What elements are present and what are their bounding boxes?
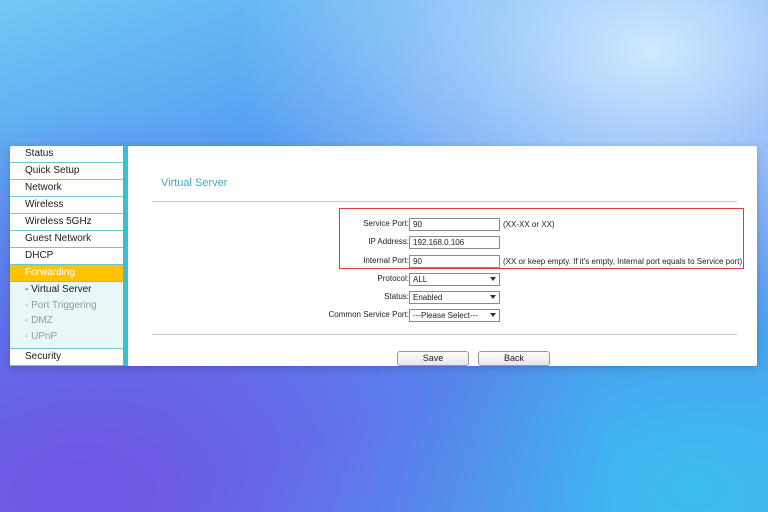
router-admin-window: Status Quick Setup Network Wireless Wire… <box>10 146 757 366</box>
save-button[interactable]: Save <box>397 351 469 366</box>
sidebar-subitem-port-triggering[interactable]: - Port Triggering <box>10 297 123 314</box>
common-service-port-select-value: ---Please Select--- <box>413 311 478 320</box>
sidebar-item-forwarding[interactable]: Forwarding <box>10 265 123 282</box>
sidebar-menu: Status Quick Setup Network Wireless Wire… <box>10 146 123 366</box>
title-divider <box>152 201 737 202</box>
status-select-value: Enabled <box>413 293 443 302</box>
common-service-port-label: Common Service Port: <box>328 310 409 319</box>
protocol-select[interactable]: ALL <box>409 273 500 286</box>
sidebar-item-network[interactable]: Network <box>10 180 123 197</box>
sidebar-item-quick-setup[interactable]: Quick Setup <box>10 163 123 180</box>
page-title: Virtual Server <box>161 177 228 189</box>
sidebar-subitem-dmz[interactable]: - DMZ <box>10 313 123 329</box>
chevron-down-icon <box>490 277 496 281</box>
sidebar-item-wireless[interactable]: Wireless <box>10 197 123 214</box>
sidebar-item-status[interactable]: Status <box>10 146 123 163</box>
chevron-down-icon <box>490 313 496 317</box>
sidebar-item-wireless-5ghz[interactable]: Wireless 5GHz <box>10 214 123 231</box>
sidebar-item-security[interactable]: Security <box>10 348 123 366</box>
highlight-box <box>339 208 744 269</box>
sidebar-item-dhcp[interactable]: DHCP <box>10 248 123 265</box>
chevron-down-icon <box>490 295 496 299</box>
form-divider <box>152 334 737 335</box>
common-service-port-select[interactable]: ---Please Select--- <box>409 309 500 322</box>
sidebar-subitem-upnp[interactable]: - UPnP <box>10 328 123 345</box>
protocol-label: Protocol: <box>377 274 409 283</box>
back-button[interactable]: Back <box>478 351 550 366</box>
sidebar-subitem-virtual-server[interactable]: - Virtual Server <box>10 282 123 298</box>
sidebar-item-guest-network[interactable]: Guest Network <box>10 231 123 248</box>
status-label: Status: <box>384 292 409 301</box>
protocol-select-value: ALL <box>413 275 428 284</box>
status-select[interactable]: Enabled <box>409 291 500 304</box>
main-content: Virtual Server Service Port: 90 (XX-XX o… <box>128 146 757 366</box>
